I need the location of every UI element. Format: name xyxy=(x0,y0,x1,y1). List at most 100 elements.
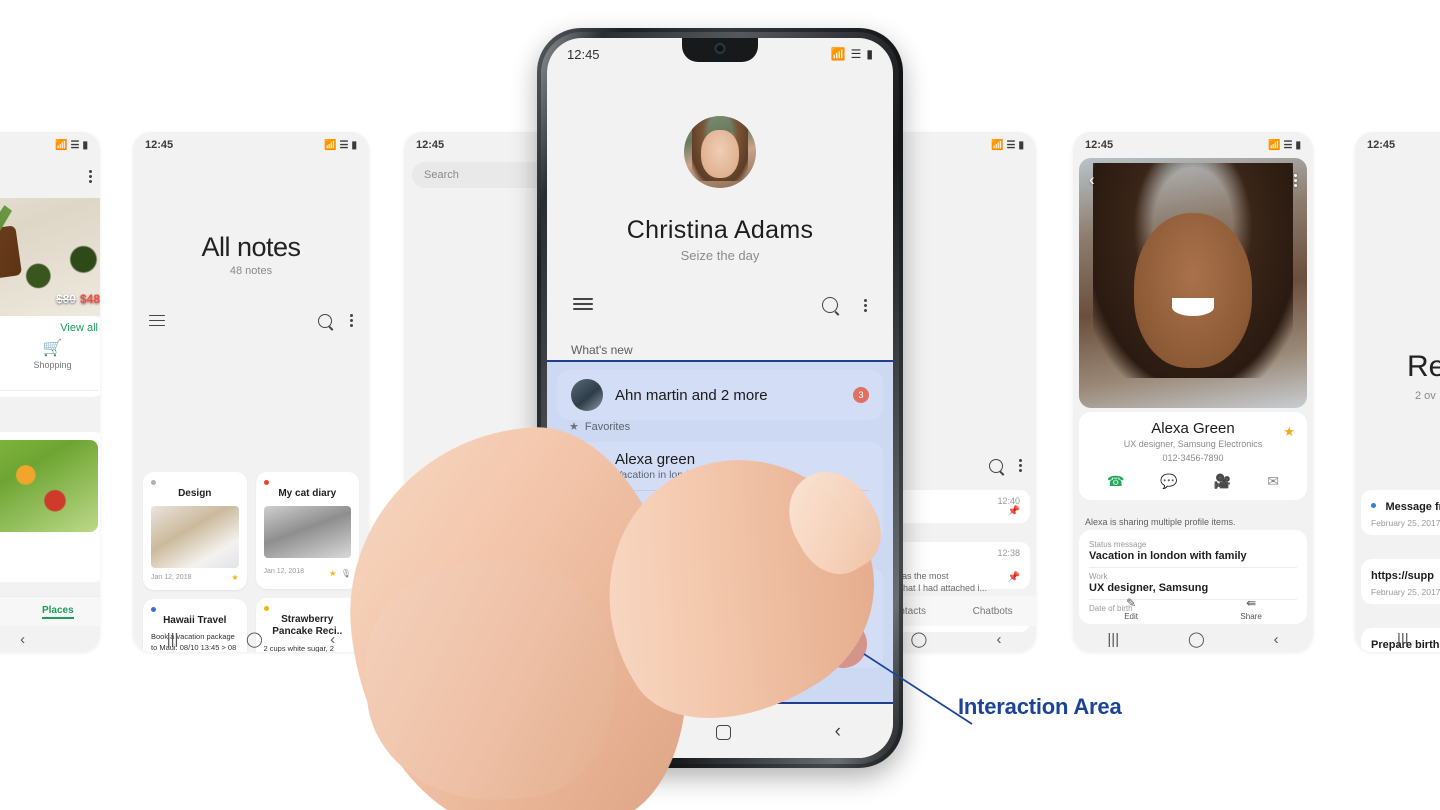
status-icons: 📶 ☰ ▮ xyxy=(831,47,873,61)
reminder-title: Message fro xyxy=(1385,501,1440,513)
signal-icon: ☰ xyxy=(1283,139,1293,151)
place-result-card[interactable]: en Pot ★★ (17) on Yelp n / $$ / Organic xyxy=(0,432,100,582)
status-icons: 📶 ☰ ▮ xyxy=(991,140,1024,151)
more-options-icon[interactable] xyxy=(350,312,353,329)
nav-bar: ||| ◯ ‹ xyxy=(1073,626,1313,652)
message-time: 12:38 xyxy=(997,548,1020,558)
notes-grid: Design Jan 12, 2018 ★ Hawaii Travel Book… xyxy=(143,472,359,652)
signal-icon: ☰ xyxy=(70,139,80,151)
places-hero-card[interactable]: $80$48 View all 🏷meices 🛒 Shopping xyxy=(0,198,100,397)
more-options-icon[interactable] xyxy=(1294,172,1297,189)
back-icon[interactable]: ‹ xyxy=(1089,170,1095,190)
notes-column-right: My cat diary Jan 12, 2018 ★ 🎙 Strawberry… xyxy=(255,472,359,652)
back-icon[interactable]: ‹ xyxy=(835,721,841,743)
back-icon[interactable]: ‹ xyxy=(996,632,1001,647)
note-card[interactable]: My cat diary Jan 12, 2018 ★ 🎙 xyxy=(255,472,359,589)
note-card[interactable]: Design Jan 12, 2018 ★ xyxy=(143,472,247,590)
price-original: $80 xyxy=(55,292,76,306)
email-icon[interactable]: ✉ xyxy=(1267,473,1279,490)
home-icon[interactable] xyxy=(715,724,731,740)
status-time: 12:45 xyxy=(145,139,174,151)
recents-icon[interactable]: ||| xyxy=(167,632,179,647)
nav-bar: ||| ‹ o xyxy=(0,626,100,652)
wifi-icon: 📶 xyxy=(55,139,68,151)
note-color-dot xyxy=(151,606,156,612)
share-button[interactable]: ⇚ Share xyxy=(1240,596,1261,621)
note-title: My cat diary xyxy=(278,488,337,499)
wifi-icon: 📶 xyxy=(830,47,846,61)
more-options-icon[interactable] xyxy=(89,168,92,185)
status-icons: 📶 ☰ ▮ xyxy=(324,140,357,151)
photo-smile xyxy=(1172,298,1214,316)
design-image xyxy=(151,505,239,568)
divider xyxy=(0,390,98,391)
search-icon[interactable] xyxy=(989,458,1003,473)
wifi-icon: 📶 xyxy=(1268,139,1281,151)
place-meta: n / $$ / Organic xyxy=(0,563,100,574)
search-input[interactable]: Search xyxy=(412,162,556,188)
contact-photo xyxy=(1079,158,1307,408)
back-icon[interactable]: ‹ xyxy=(20,632,25,647)
note-title: Design xyxy=(178,488,212,499)
reminder-item[interactable]: https://supp February 25, 2017 xyxy=(1361,559,1440,604)
phone-places: 📶 ☰ ▮ $80$48 View all 🏷meices 🛒 xyxy=(0,132,100,652)
status-time: 12:45 xyxy=(567,46,600,62)
status-bar: 12:45 📶 ☰ ▮ xyxy=(133,132,369,158)
profile-status-message: Seize the day xyxy=(680,248,760,263)
back-icon[interactable]: ‹ xyxy=(330,632,335,647)
quick-action-shopping[interactable]: 🛒 Shopping xyxy=(34,338,72,380)
battery-icon: ▮ xyxy=(866,47,873,61)
search-icon[interactable] xyxy=(318,313,332,328)
message-sender: ay xyxy=(886,558,1020,570)
group-avatar xyxy=(571,379,603,411)
hamburger-icon[interactable] xyxy=(573,298,593,312)
more-options-icon[interactable] xyxy=(1019,457,1022,474)
contact-actions: ☎ 💬 🎥 ✉ xyxy=(1089,473,1297,490)
nav-bar: ||| ◯ ‹ xyxy=(133,626,369,652)
avatar[interactable] xyxy=(684,116,756,188)
note-date: Jan 12, 2018 xyxy=(151,573,192,581)
recents-icon[interactable]: ||| xyxy=(1107,632,1119,647)
edit-button[interactable]: ✎ Edit xyxy=(1124,596,1138,621)
hamburger-icon[interactable] xyxy=(149,314,165,327)
call-icon[interactable]: ☎ xyxy=(1107,473,1124,490)
whats-new-row[interactable]: Ahn martin and 2 more 3 xyxy=(557,370,883,420)
home-icon[interactable]: ◯ xyxy=(1188,632,1205,647)
home-icon[interactable]: ◯ xyxy=(246,632,263,647)
status-bar: 12:45 xyxy=(1355,132,1440,158)
recents-icon[interactable]: ||| xyxy=(1397,632,1409,647)
back-icon[interactable]: ‹ xyxy=(1274,632,1279,647)
whats-new-title: Ahn martin and 2 more xyxy=(615,386,768,404)
tab-chatbots[interactable]: Chatbots xyxy=(973,606,1013,617)
sharing-note: Alexa is sharing multiple profile items. xyxy=(1085,517,1236,527)
star-icon[interactable]: ★ xyxy=(231,573,238,582)
photo-face xyxy=(1133,213,1253,368)
search-icon[interactable] xyxy=(822,297,838,313)
phone-reminder: 12:45 Re 2 ov Message fro February 25, 2… xyxy=(1355,132,1440,652)
edit-label: Edit xyxy=(1124,611,1138,621)
contact-field[interactable]: Status message Vacation in london with f… xyxy=(1089,536,1297,568)
unread-badge: 3 xyxy=(853,387,869,403)
message-icon[interactable]: 💬 xyxy=(1160,473,1177,490)
home-icon[interactable]: ◯ xyxy=(911,632,928,647)
star-icon[interactable]: ★ xyxy=(1283,424,1295,440)
cart-icon: 🛒 xyxy=(42,340,63,357)
view-all-link[interactable]: View all xyxy=(0,316,100,336)
nav-bar: ||| xyxy=(1355,626,1440,652)
page-subtitle: 48 notes xyxy=(229,265,273,277)
reminder-title: https://supp xyxy=(1371,570,1434,582)
status-time: 12:45 xyxy=(1085,139,1114,151)
page-title: All notes xyxy=(201,232,301,262)
page-subtitle: 2 ov xyxy=(1415,390,1436,402)
star-icon[interactable]: ★ xyxy=(329,569,336,578)
note-date: Jan 12, 2018 xyxy=(263,568,304,575)
status-bar: 📶 ☰ ▮ xyxy=(0,132,100,158)
phone-notes: 12:45 📶 ☰ ▮ All notes 48 notes Design Ja… xyxy=(133,132,369,652)
tab-places[interactable]: Places xyxy=(41,605,74,619)
more-options-icon[interactable] xyxy=(864,297,867,314)
battery-icon: ▮ xyxy=(1295,139,1301,151)
reminder-item[interactable]: Message fro February 25, 2017 xyxy=(1361,490,1440,535)
mic-icon[interactable]: 🎙 xyxy=(341,569,351,578)
video-call-icon[interactable]: 🎥 xyxy=(1214,473,1231,490)
tab-contacts[interactable]: ntacts xyxy=(899,606,926,617)
